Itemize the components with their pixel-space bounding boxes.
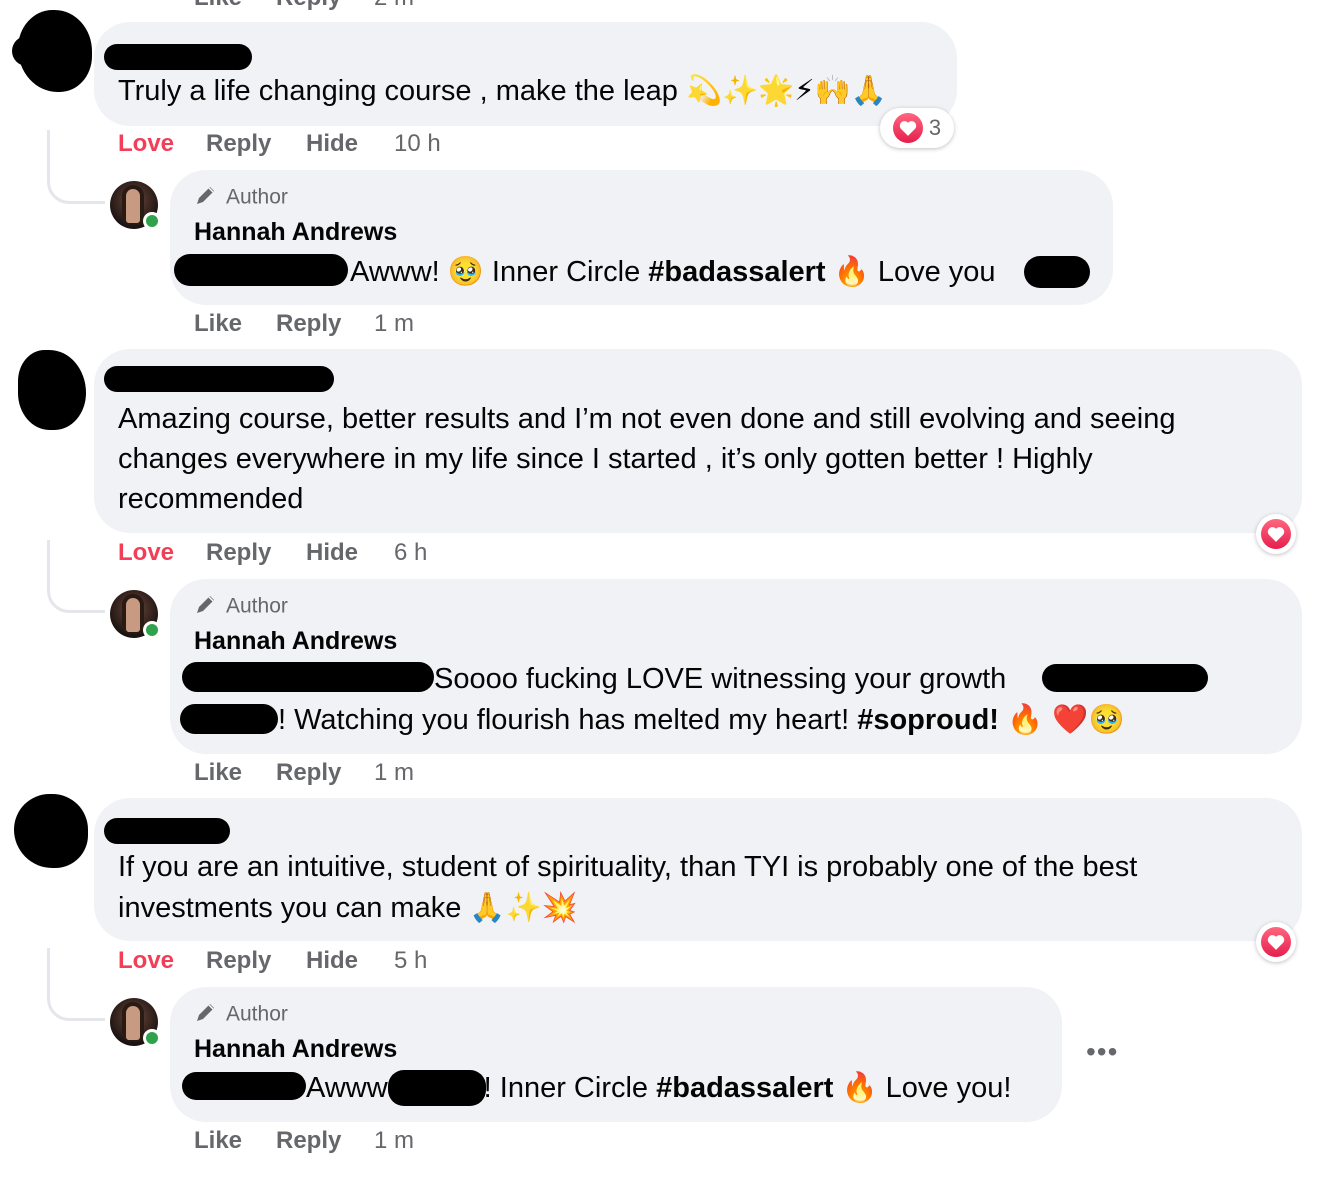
thread-connector	[47, 948, 105, 1021]
thread-connector	[47, 540, 105, 613]
author-name[interactable]: Hannah Andrews	[194, 1035, 397, 1064]
reply-text-line-2: ! Watching you flourish has melted my he…	[278, 702, 1125, 736]
redacted-name	[180, 704, 278, 734]
comment-emojis: 💫✨🌟⚡🙌🙏	[685, 73, 887, 107]
redacted-mention	[182, 662, 434, 692]
reply-button[interactable]: Reply	[276, 1127, 341, 1155]
like-button[interactable]: Like	[194, 1127, 242, 1155]
reply-text: Awww! 🥹 Inner Circle #badassalert 🔥 Love…	[350, 254, 996, 288]
reply-button[interactable]: Reply	[206, 947, 271, 975]
love-button[interactable]: Love	[118, 130, 174, 158]
comment-text-line-3: recommended	[118, 483, 304, 515]
comment-actions: Love Reply Hide 10 h	[118, 130, 518, 160]
heart-icon	[1261, 927, 1291, 957]
redacted-name	[1024, 256, 1090, 288]
heart-icon	[892, 113, 923, 143]
comment-emojis: 🙏✨💥	[469, 890, 578, 924]
timestamp[interactable]: 6 h	[394, 539, 427, 567]
timestamp[interactable]: 10 h	[394, 130, 441, 158]
author-avatar[interactable]	[110, 181, 161, 230]
redacted-mention	[182, 1072, 306, 1100]
hide-button[interactable]: Hide	[306, 130, 358, 158]
comment-text: Truly a life changing course , make the …	[118, 73, 887, 107]
reaction-badge[interactable]	[1256, 922, 1296, 962]
online-status-dot	[143, 1029, 161, 1047]
more-icon[interactable]: •••	[1086, 1036, 1118, 1068]
redacted-commenter-name	[104, 818, 230, 844]
reply-text-line-1: Soooo fucking LOVE witnessing your growt…	[434, 663, 1007, 695]
like-button[interactable]: Like	[194, 759, 242, 787]
hashtag-link[interactable]: #badassalert	[648, 256, 825, 288]
author-name[interactable]: Hannah Andrews	[194, 218, 397, 247]
reply-button[interactable]: Reply	[276, 310, 341, 338]
hashtag-link[interactable]: #soproud!	[857, 704, 999, 736]
online-status-dot	[143, 212, 161, 230]
author-avatar[interactable]	[110, 590, 161, 639]
timestamp[interactable]: 1 m	[374, 1127, 414, 1155]
like-button[interactable]: Like	[194, 0, 242, 10]
reaction-count: 3	[928, 115, 942, 140]
redacted-commenter-name	[104, 44, 252, 70]
comment-actions: Love Reply Hide 5 h	[118, 947, 518, 977]
reaction-badge[interactable]: 3	[880, 108, 954, 148]
author-badge: Author	[194, 183, 288, 213]
pencil-icon	[194, 183, 218, 213]
redacted-name	[1042, 664, 1208, 692]
reply-actions: Like Reply 1 m	[194, 310, 494, 340]
love-button[interactable]: Love	[118, 947, 174, 975]
timestamp: 2 m	[374, 0, 414, 10]
reply-button[interactable]: Reply	[276, 759, 341, 787]
commenter-avatar[interactable]	[14, 794, 88, 868]
thread-connector	[47, 130, 105, 204]
author-name[interactable]: Hannah Andrews	[194, 627, 397, 656]
reply-button[interactable]: Reply	[276, 0, 341, 10]
author-badge: Author	[194, 592, 288, 622]
cutoff-actions: Like Reply 2 m	[194, 0, 494, 10]
redacted-commenter-name	[104, 366, 334, 392]
comment-text-line-2: investments you can make 🙏✨💥	[118, 890, 578, 924]
author-badge: Author	[194, 1000, 288, 1030]
comment-text-line-1: Amazing course, better results and I’m n…	[118, 403, 1176, 435]
reaction-badge[interactable]	[1256, 514, 1296, 554]
pencil-icon	[194, 1000, 218, 1030]
pencil-icon	[194, 592, 218, 622]
reply-actions: Like Reply 1 m	[194, 759, 494, 789]
redacted-mention	[174, 254, 348, 286]
comment-text-line-2: changes everywhere in my life since I st…	[118, 443, 1093, 475]
hide-button[interactable]: Hide	[306, 539, 358, 567]
heart-icon	[1261, 519, 1291, 549]
love-button[interactable]: Love	[118, 539, 174, 567]
avatar-redaction	[12, 36, 42, 66]
commenter-avatar[interactable]	[18, 350, 86, 430]
reply-button[interactable]: Reply	[206, 130, 271, 158]
hashtag-link[interactable]: #badassalert	[656, 1072, 833, 1104]
online-status-dot	[143, 621, 161, 639]
author-avatar[interactable]	[110, 998, 161, 1047]
comment-text-line-1: If you are an intuitive, student of spir…	[118, 851, 1138, 883]
timestamp[interactable]: 1 m	[374, 310, 414, 338]
comment-actions: Love Reply Hide 6 h	[118, 539, 518, 569]
reply-actions: Like Reply 1 m	[194, 1127, 494, 1157]
timestamp[interactable]: 1 m	[374, 759, 414, 787]
hide-button[interactable]: Hide	[306, 947, 358, 975]
redacted-name	[388, 1070, 486, 1106]
timestamp[interactable]: 5 h	[394, 947, 427, 975]
like-button[interactable]: Like	[194, 310, 242, 338]
reply-button[interactable]: Reply	[206, 539, 271, 567]
